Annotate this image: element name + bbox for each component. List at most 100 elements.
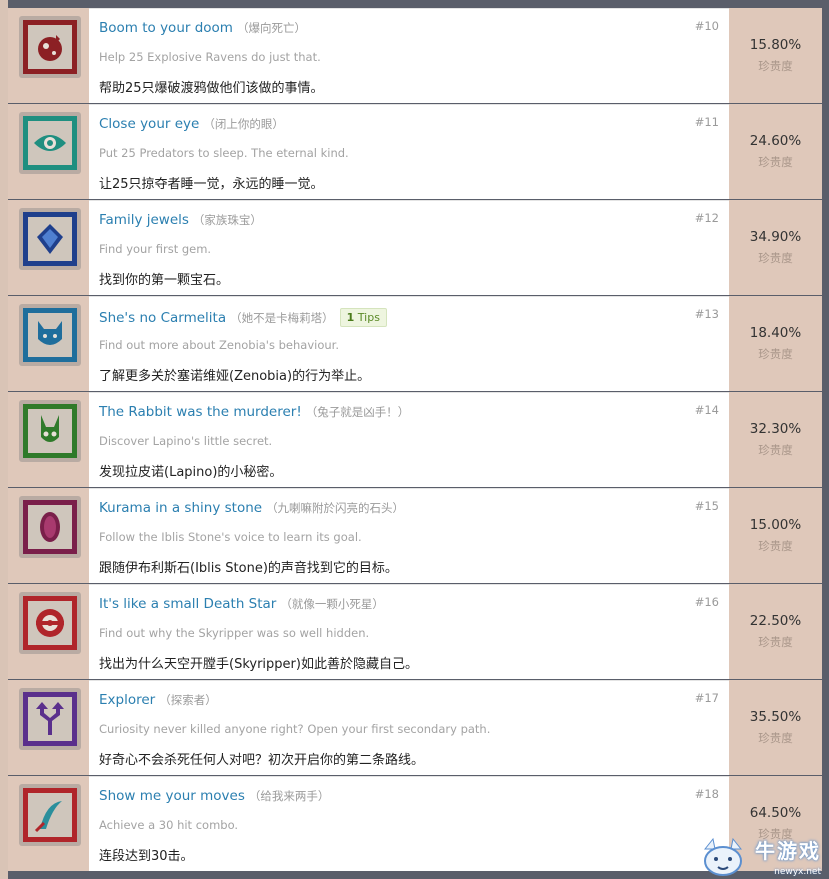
gem-icon bbox=[23, 212, 77, 266]
achievement-description: Find out more about Zenobia's behaviour. bbox=[99, 338, 339, 352]
achievement-text-cell: Family jewels （家族珠宝） #12 Find your first … bbox=[89, 200, 729, 295]
achievement-description-cn: 发现拉皮诺(Lapino)的小秘密。 bbox=[99, 465, 283, 480]
rarity-label: 珍贵度 bbox=[758, 539, 793, 553]
achievement-title-cn: （兔子就是凶手！） bbox=[305, 405, 410, 419]
achievement-title[interactable]: Explorer bbox=[99, 692, 155, 708]
achievement-description: Follow the Iblis Stone's voice to learn … bbox=[99, 530, 362, 544]
achievement-text-cell: Explorer （探索者） #17 Curiosity never killed… bbox=[89, 680, 729, 775]
eye-icon bbox=[23, 116, 77, 170]
achievement-title-line: Show me your moves （给我来两手） bbox=[99, 788, 329, 804]
achievement-percentage: 22.50% bbox=[749, 613, 802, 629]
achievement-title-cn: （九喇嘛附於闪亮的石头） bbox=[266, 501, 405, 515]
achievement-title-line: Boom to your doom （爆向死亡） bbox=[99, 20, 306, 36]
achievement-title-cn: （爆向死亡） bbox=[236, 21, 306, 35]
achievement-rarity-cell: 24.60% 珍贵度 bbox=[729, 104, 822, 199]
achievement-title-line: Close your eye （闭上你的眼） bbox=[99, 116, 284, 132]
achievement-title-cn: （她不是卡梅莉塔） bbox=[230, 311, 334, 325]
achievement-icon-frame bbox=[19, 208, 81, 270]
achievement-description: Discover Lapino's little secret. bbox=[99, 434, 273, 448]
achievement-title-line: The Rabbit was the murderer! （兔子就是凶手！） bbox=[99, 404, 409, 420]
achievement-title-cn: （探索者） bbox=[159, 693, 217, 707]
achievement-number: #14 bbox=[694, 403, 719, 417]
achievement-row: Close your eye （闭上你的眼） #11 Put 25 Predato… bbox=[8, 104, 822, 199]
achievement-number: #10 bbox=[694, 19, 719, 33]
achievement-icon-cell bbox=[8, 776, 89, 871]
achievement-text-cell: Kurama in a shiny stone （九喇嘛附於闪亮的石头） #15 … bbox=[89, 488, 729, 583]
achievement-number: #15 bbox=[694, 499, 719, 513]
achievement-row: Show me your moves （给我来两手） #18 Achieve a … bbox=[8, 776, 822, 871]
rarity-label: 珍贵度 bbox=[758, 635, 793, 649]
achievement-text-cell: It's like a small Death Star （就像一颗小死星） #1… bbox=[89, 584, 729, 679]
achievement-text-cell: Boom to your doom （爆向死亡） #10 Help 25 Expl… bbox=[89, 8, 729, 103]
achievement-number: #16 bbox=[694, 595, 719, 609]
site-watermark: 牛游戏 newyx.net bbox=[701, 833, 829, 879]
achievement-icon-frame bbox=[19, 688, 81, 750]
achievement-title[interactable]: The Rabbit was the murderer! bbox=[99, 404, 302, 420]
right-gutter bbox=[822, 0, 829, 879]
achievement-number: #11 bbox=[694, 115, 719, 129]
achievement-icon-cell bbox=[8, 200, 89, 295]
achievement-title-line: Kurama in a shiny stone （九喇嘛附於闪亮的石头） bbox=[99, 500, 404, 516]
achievement-title-cn: （家族珠宝） bbox=[192, 213, 262, 227]
achievement-percentage: 34.90% bbox=[749, 229, 802, 245]
achievement-rarity-cell: 15.00% 珍贵度 bbox=[729, 488, 822, 583]
rarity-label: 珍贵度 bbox=[758, 155, 793, 169]
achievement-title-line: Explorer （探索者） bbox=[99, 692, 217, 708]
death-star-icon bbox=[23, 596, 77, 650]
achievement-row: The Rabbit was the murderer! （兔子就是凶手！） #1… bbox=[8, 392, 822, 487]
achievement-number: #13 bbox=[694, 307, 719, 321]
achievement-title[interactable]: Show me your moves bbox=[99, 788, 245, 804]
achievement-percentage: 35.50% bbox=[749, 709, 802, 725]
achievement-title[interactable]: Kurama in a shiny stone bbox=[99, 500, 262, 516]
achievement-percentage: 24.60% bbox=[749, 133, 802, 149]
achievement-percentage: 18.40% bbox=[749, 325, 802, 341]
rarity-label: 珍贵度 bbox=[758, 443, 793, 457]
bomb-icon bbox=[23, 20, 77, 74]
achievement-icon-frame bbox=[19, 592, 81, 654]
achievement-title-cn: （给我来两手） bbox=[248, 789, 330, 803]
achievement-rarity-cell: 18.40% 珍贵度 bbox=[729, 296, 822, 391]
achievement-row: It's like a small Death Star （就像一颗小死星） #1… bbox=[8, 584, 822, 679]
watermark-logo-icon bbox=[703, 837, 743, 876]
achievement-rarity-cell: 32.30% 珍贵度 bbox=[729, 392, 822, 487]
achievement-icon-cell bbox=[8, 584, 89, 679]
achievement-text-cell: Show me your moves （给我来两手） #18 Achieve a … bbox=[89, 776, 729, 871]
achievement-title[interactable]: Close your eye bbox=[99, 116, 199, 132]
achievement-icon-cell bbox=[8, 296, 89, 391]
tips-badge[interactable]: 1 Tips bbox=[339, 308, 387, 327]
achievement-title[interactable]: Boom to your doom bbox=[99, 20, 233, 36]
achievement-title-cn: （闭上你的眼） bbox=[203, 117, 284, 131]
achievement-icon-frame bbox=[19, 112, 81, 174]
achievement-icon-frame bbox=[19, 784, 81, 846]
achievement-title-line: It's like a small Death Star （就像一颗小死星） bbox=[99, 596, 384, 612]
left-gutter bbox=[0, 0, 8, 879]
achievement-icon-frame bbox=[19, 496, 81, 558]
achievement-description-cn: 帮助25只爆破渡鸦做他们该做的事情。 bbox=[99, 81, 324, 96]
achievement-text-cell: Close your eye （闭上你的眼） #11 Put 25 Predato… bbox=[89, 104, 729, 199]
achievement-description: Help 25 Explosive Ravens do just that. bbox=[99, 50, 321, 64]
achievement-icon-cell bbox=[8, 488, 89, 583]
achievement-title-line: Family jewels （家族珠宝） bbox=[99, 212, 262, 228]
achievement-description: Curiosity never killed anyone right? Ope… bbox=[99, 722, 491, 736]
achievement-description-cn: 好奇心不会杀死任何人对吧？初次开启你的第二条路线。 bbox=[99, 753, 425, 768]
achievement-title[interactable]: It's like a small Death Star bbox=[99, 596, 276, 612]
achievement-description-cn: 让25只掠夺者睡一觉，永远的睡一觉。 bbox=[99, 177, 324, 192]
achievement-percentage: 32.30% bbox=[749, 421, 802, 437]
rabbit-icon bbox=[23, 404, 77, 458]
achievement-icon-frame bbox=[19, 400, 81, 462]
tips-label: Tips bbox=[357, 311, 380, 324]
slash-icon bbox=[23, 788, 77, 842]
achievement-icon-cell bbox=[8, 680, 89, 775]
achievement-number: #12 bbox=[694, 211, 719, 225]
achievement-description: Find out why the Skyripper was so well h… bbox=[99, 626, 370, 640]
achievement-description: Find your first gem. bbox=[99, 242, 212, 256]
achievement-title[interactable]: She's no Carmelita bbox=[99, 310, 226, 326]
achievement-description: Put 25 Predators to sleep. The eternal k… bbox=[99, 146, 349, 160]
achievement-description-cn: 跟随伊布利斯石(Iblis Stone)的声音找到它的目标。 bbox=[99, 561, 398, 576]
achievement-title[interactable]: Family jewels bbox=[99, 212, 189, 228]
achievement-icon-cell bbox=[8, 392, 89, 487]
achievement-title-line: She's no Carmelita （她不是卡梅莉塔） 1 Tips bbox=[99, 308, 387, 327]
achievement-text-cell: The Rabbit was the murderer! （兔子就是凶手！） #1… bbox=[89, 392, 729, 487]
rarity-label: 珍贵度 bbox=[758, 59, 793, 73]
tips-count: 1 bbox=[346, 311, 355, 324]
